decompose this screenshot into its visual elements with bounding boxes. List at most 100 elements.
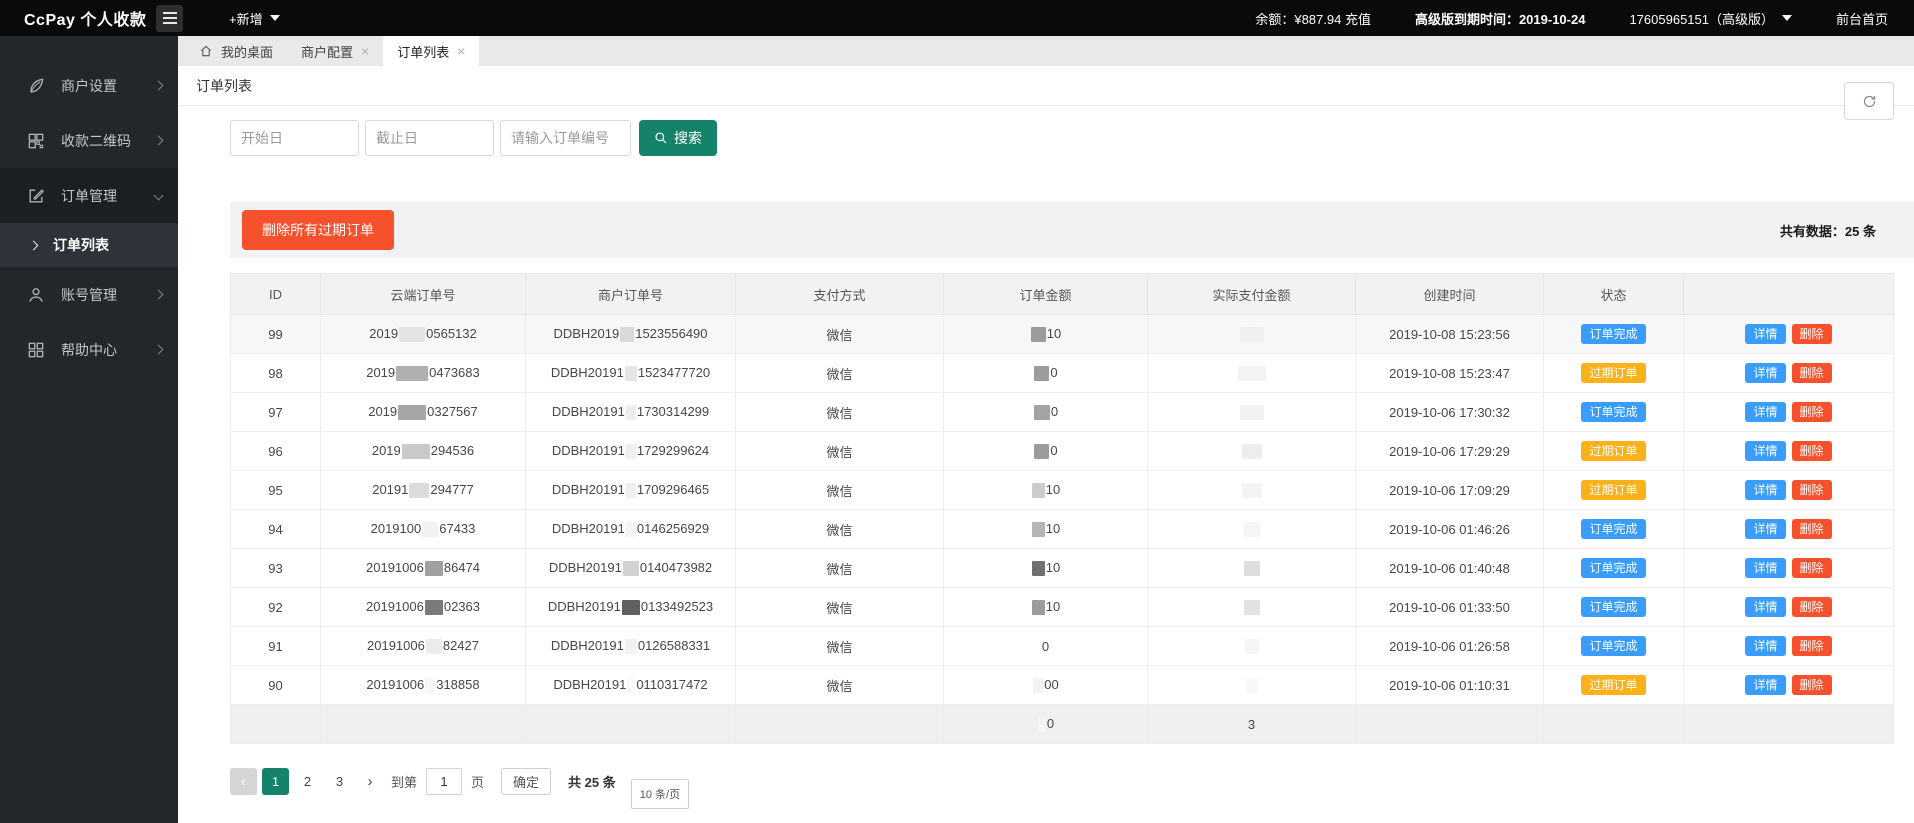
delete-expired-orders-button[interactable]: 删除所有过期订单 [242,210,394,250]
status-badge: 过期订单 [1581,441,1645,461]
sidebar-item-订单列表[interactable]: 订单列表 [0,223,178,267]
redaction-mask [425,561,443,576]
summary-empty-cell [736,705,944,744]
balance-recharge-link[interactable]: 余额：¥887.94 充值 [1255,9,1371,28]
detail-button[interactable]: 详情 [1745,402,1785,422]
goto-page-input[interactable] [426,768,462,795]
cell-created-time: 2019-10-06 01:26:58 [1356,627,1544,666]
cell-merchant-order-no: DDBH201910146256929 [526,510,736,549]
detail-button[interactable]: 详情 [1745,675,1785,695]
menu-icon [163,12,177,14]
page: 订单列表 搜索 删除所有过期订单 共有 [178,66,1914,823]
cell-id: 92 [231,588,321,627]
cell-cloud-order-no: 2019100602363 [321,588,526,627]
sidebar-item-商户设置[interactable]: 商户设置 [0,58,178,113]
detail-button[interactable]: 详情 [1745,636,1785,656]
delete-button[interactable]: 删除 [1792,363,1832,383]
start-date-input[interactable] [230,120,359,156]
cell-actions: 详情删除 [1684,627,1894,666]
search-button[interactable]: 搜索 [639,120,717,156]
home-icon [199,44,213,58]
detail-button[interactable]: 详情 [1745,519,1785,539]
table-row: 9520191294777DDBH201911709296465微信102019… [231,471,1894,510]
confirm-button[interactable]: 确定 [501,768,551,795]
tab-bar: 我的桌面商户配置×订单列表× [178,36,1914,66]
pagination: ‹123›到第页确定共 25 条10 条/页 [230,766,1894,823]
tab-商户配置[interactable]: 商户配置× [287,36,383,66]
sidebar-item-账号管理[interactable]: 账号管理 [0,267,178,322]
total-count-text: 共有数据：25 条 [1780,221,1902,240]
cell-created-time: 2019-10-06 17:09:29 [1356,471,1544,510]
account-dropdown[interactable]: 17605965151（高级版） [1629,9,1792,28]
plan-expiry-text: 高级版到期时间：2019-10-24 [1415,9,1586,28]
cell-actual-amount [1148,432,1356,471]
end-date-input[interactable] [365,120,494,156]
detail-button[interactable]: 详情 [1745,597,1785,617]
cell-order-amount: 0 [944,432,1148,471]
redaction-mask [1032,522,1045,537]
sidebar-item-label: 商户设置 [61,76,117,96]
table-row: 9720190327567DDBH201911730314299微信02019-… [231,393,1894,432]
delete-button[interactable]: 删除 [1792,519,1832,539]
order-no-input[interactable] [500,120,631,156]
redaction-mask [1240,405,1264,420]
redaction-mask [1238,366,1266,381]
sidebar-item-label: 收款二维码 [61,131,131,151]
cell-actions: 详情删除 [1684,354,1894,393]
redaction-mask [1032,561,1045,576]
redaction-mask [1246,678,1258,693]
cell-created-time: 2019-10-08 15:23:56 [1356,315,1544,354]
pagination-page-1[interactable]: 1 [262,768,289,795]
page-size-select[interactable]: 10 条/页 [631,779,689,809]
delete-button[interactable]: 删除 [1792,402,1832,422]
tab-订单列表[interactable]: 订单列表× [383,36,479,66]
cell-merchant-order-no: DDBH201910133492523 [526,588,736,627]
cell-order-amount: 10 [944,471,1148,510]
chevron-right-icon [154,81,164,91]
tab-我的桌面[interactable]: 我的桌面 [185,36,287,66]
delete-button[interactable]: 删除 [1792,558,1832,578]
sidebar-item-帮助中心[interactable]: 帮助中心 [0,322,178,377]
detail-button[interactable]: 详情 [1745,324,1785,344]
cell-actual-amount [1148,666,1356,705]
chevron-right-icon [154,290,164,300]
delete-button[interactable]: 删除 [1792,480,1832,500]
chevron-right-icon [29,240,39,250]
close-icon[interactable]: × [361,44,369,58]
redaction-mask [1032,600,1045,615]
delete-button[interactable]: 删除 [1792,324,1832,344]
close-icon[interactable]: × [457,44,465,58]
cell-merchant-order-no: DDBH201911523477720 [526,354,736,393]
detail-button[interactable]: 详情 [1745,558,1785,578]
pagination-prev-button[interactable]: ‹ [230,768,257,795]
detail-button[interactable]: 详情 [1745,363,1785,383]
cell-actions: 详情删除 [1684,315,1894,354]
sidebar-item-订单管理[interactable]: 订单管理 [0,168,178,223]
refresh-button[interactable] [1844,82,1894,120]
pagination-page-2[interactable]: 2 [294,768,321,795]
redaction-mask [425,678,435,693]
cell-pay-method: 微信 [736,393,944,432]
sidebar-toggle-button[interactable] [156,5,183,32]
detail-button[interactable]: 详情 [1745,441,1785,461]
pagination-page-3[interactable]: 3 [326,768,353,795]
cell-order-amount: 0 [944,393,1148,432]
redaction-mask [625,639,637,654]
pagination-next-button[interactable]: › [358,768,382,795]
redaction-mask [1034,366,1049,381]
qrcode-icon [26,131,46,151]
detail-button[interactable]: 详情 [1745,480,1785,500]
delete-button[interactable]: 删除 [1792,675,1832,695]
sidebar-item-收款二维码[interactable]: 收款二维码 [0,113,178,168]
delete-button[interactable]: 删除 [1792,597,1832,617]
account-icon [26,285,46,305]
delete-button[interactable]: 删除 [1792,636,1832,656]
cell-pay-method: 微信 [736,549,944,588]
column-header: 状态 [1544,274,1684,315]
delete-button[interactable]: 删除 [1792,441,1832,461]
redaction-mask [426,639,442,654]
cell-status: 订单完成 [1544,393,1684,432]
cell-actual-amount [1148,510,1356,549]
new-dropdown-button[interactable]: +新增 [229,9,280,28]
front-home-link[interactable]: 前台首页 [1836,9,1888,28]
